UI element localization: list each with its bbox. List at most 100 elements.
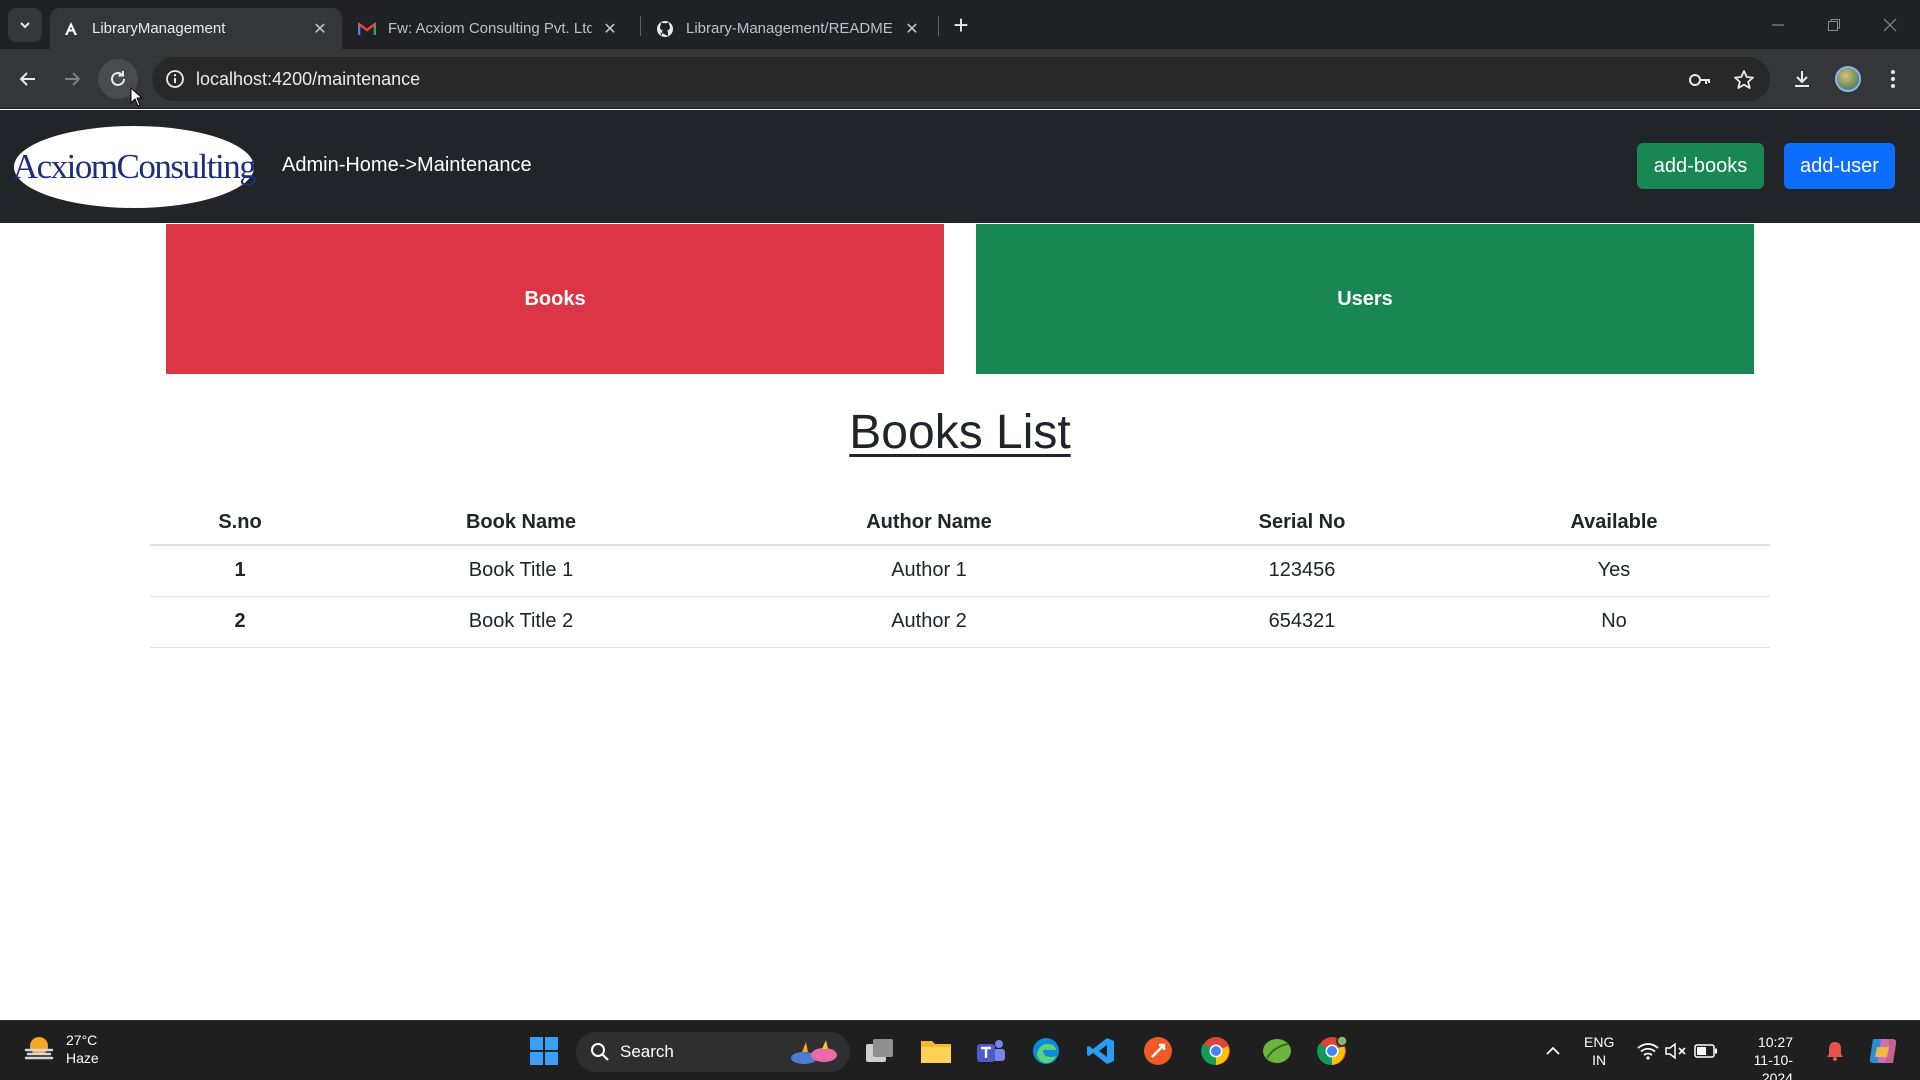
arrow-left-icon — [19, 72, 35, 86]
angular-icon — [62, 20, 80, 38]
tab-title: LibraryManagement — [92, 20, 226, 37]
cell-serial-no: 654321 — [1146, 596, 1458, 648]
show-hidden-icons-button[interactable] — [1541, 1039, 1565, 1063]
more-vertical-icon — [1891, 70, 1895, 88]
chevron-up-icon — [1546, 1046, 1560, 1055]
taskbar-search-label: Search — [620, 1042, 674, 1061]
vscode-button[interactable] — [1081, 1031, 1121, 1071]
wifi-icon[interactable] — [1636, 1039, 1660, 1063]
column-header-available: Available — [1458, 500, 1770, 546]
minimize-icon — [1772, 24, 1784, 26]
books-panel-label: Books — [524, 287, 586, 310]
minimize-button[interactable] — [1758, 8, 1798, 42]
cell-sno: 1 — [150, 545, 330, 597]
column-header-serial-no: Serial No — [1146, 500, 1458, 546]
task-view-icon — [866, 1039, 893, 1062]
bookmark-star-icon[interactable] — [1732, 68, 1756, 92]
users-panel-label: Users — [1337, 287, 1393, 310]
postman-icon — [1144, 1037, 1172, 1065]
close-icon[interactable]: ✕ — [310, 19, 330, 39]
restore-icon — [1828, 19, 1840, 31]
table-row: 2 Book Title 2 Author 2 654321 No — [150, 596, 1770, 648]
download-icon — [1795, 71, 1809, 87]
cell-author-name: Author 1 — [712, 545, 1146, 597]
start-button[interactable] — [524, 1031, 564, 1071]
chrome-profile-button[interactable] — [1312, 1031, 1352, 1071]
column-header-sno: S.no — [150, 500, 330, 546]
site-info-icon[interactable] — [164, 68, 186, 90]
url-text[interactable]: localhost:4200/maintenance — [196, 69, 420, 90]
cell-sno: 2 — [150, 596, 330, 648]
tab-search-button[interactable] — [8, 8, 42, 42]
logo-text: AcxiomConsulting — [12, 147, 257, 186]
clock[interactable]: 10:27 11-10-2024 — [1737, 1033, 1793, 1080]
copilot-icon[interactable] — [1866, 1034, 1900, 1068]
weather-temperature: 27°C — [66, 1032, 98, 1048]
task-view-button[interactable] — [860, 1031, 900, 1071]
vscode-icon — [1087, 1038, 1114, 1064]
close-icon[interactable]: ✕ — [600, 19, 620, 39]
battery-icon[interactable] — [1694, 1039, 1718, 1063]
teams-button[interactable] — [971, 1031, 1011, 1071]
profile-button[interactable] — [1832, 63, 1864, 95]
books-panel[interactable]: Books — [166, 224, 944, 374]
arrow-right-icon — [65, 72, 81, 86]
edge-button[interactable] — [1026, 1031, 1066, 1071]
taskbar-search[interactable]: Search — [576, 1032, 850, 1072]
clock-date: 11-10-2024 — [1753, 1052, 1793, 1080]
speaker-muted-icon[interactable] — [1664, 1039, 1688, 1063]
books-list-title: Books List — [849, 406, 1071, 459]
cell-available: No — [1458, 596, 1770, 648]
windows-start-icon — [530, 1037, 558, 1065]
add-books-button[interactable]: add-books — [1637, 143, 1764, 189]
language-code: ENG — [1584, 1034, 1615, 1050]
password-key-icon[interactable] — [1688, 68, 1712, 92]
back-button[interactable] — [8, 59, 48, 99]
file-explorer-button[interactable] — [916, 1031, 956, 1071]
tab-separator — [938, 16, 939, 36]
close-window-button[interactable] — [1870, 8, 1910, 42]
notifications-icon[interactable] — [1823, 1039, 1847, 1063]
tab-librarymanagement[interactable]: LibraryManagement ✕ — [50, 8, 342, 49]
edge-icon — [1033, 1038, 1059, 1064]
windows-taskbar: 27°C Haze Search ENG IN 10:27 11-10-2024 — [0, 1020, 1920, 1080]
language-indicator[interactable]: ENG IN — [1584, 1033, 1614, 1069]
search-icon — [591, 1043, 609, 1061]
clock-time: 10:27 — [1757, 1034, 1793, 1050]
table-header-row: S.no Book Name Author Name Serial No Ava… — [150, 500, 1770, 546]
close-icon[interactable]: ✕ — [902, 19, 922, 39]
breadcrumb: Admin-Home->Maintenance — [282, 154, 532, 176]
close-icon — [1883, 18, 1897, 32]
browser-menu-button[interactable] — [1877, 63, 1909, 95]
address-bar[interactable]: localhost:4200/maintenance — [152, 57, 1770, 101]
reload-icon — [111, 71, 125, 86]
users-panel[interactable]: Users — [976, 224, 1754, 374]
folder-icon — [921, 1041, 951, 1063]
new-tab-button[interactable]: + — [947, 12, 975, 40]
tab-gmail[interactable]: Fw: Acxiom Consulting Pvt. Ltd. ✕ — [346, 8, 632, 49]
download-button[interactable] — [1786, 63, 1818, 95]
tab-github[interactable]: Library-Management/README. ✕ — [644, 8, 934, 49]
tab-title: Library-Management/README. — [686, 20, 894, 37]
browser-tab-strip: LibraryManagement ✕ Fw: Acxiom Consultin… — [0, 0, 1920, 49]
spring-tools-button[interactable] — [1257, 1031, 1297, 1071]
weather-description: Haze — [66, 1050, 99, 1066]
avatar — [1835, 66, 1861, 92]
gmail-icon — [358, 20, 376, 38]
weather-widget[interactable]: 27°C Haze — [22, 1031, 99, 1067]
add-user-button[interactable]: add-user — [1784, 143, 1895, 189]
postman-button[interactable] — [1138, 1031, 1178, 1071]
app-header: AcxiomConsulting Admin-Home->Maintenance… — [0, 110, 1920, 223]
restore-button[interactable] — [1814, 8, 1854, 42]
chrome-button[interactable] — [1196, 1031, 1236, 1071]
cell-book-name: Book Title 1 — [330, 545, 712, 597]
acxiom-logo[interactable]: AcxiomConsulting — [12, 126, 257, 208]
cell-author-name: Author 2 — [712, 596, 1146, 648]
cell-available: Yes — [1458, 545, 1770, 597]
haze-sun-icon — [24, 1037, 54, 1060]
forward-button[interactable] — [52, 59, 92, 99]
plus-icon: + — [953, 10, 969, 40]
column-header-author-name: Author Name — [712, 500, 1146, 546]
teams-icon — [977, 1040, 1005, 1062]
column-header-book-name: Book Name — [330, 500, 712, 546]
